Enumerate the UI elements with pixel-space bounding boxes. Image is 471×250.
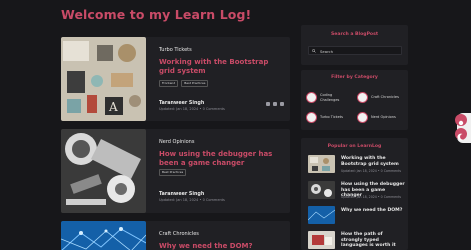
popular-item[interactable]: How using the debugger has been a game c…	[308, 181, 405, 201]
category-label: Craft Chronicles	[371, 95, 399, 100]
post-card[interactable]: Craft Chronicles Why we need the DOM?	[61, 221, 290, 250]
category-panel: Filter by Category Coding Challenges Cra…	[301, 70, 408, 130]
svg-text:A: A	[108, 100, 118, 114]
tag-list: Frontend Best Practices	[159, 80, 209, 87]
category-item-coding-challenges[interactable]: Coding Challenges	[306, 92, 339, 103]
search-input[interactable]: Search	[308, 46, 402, 55]
post-thumbnail[interactable]	[61, 221, 146, 250]
popular-title[interactable]: Why we need the DOM?	[341, 208, 405, 214]
popular-item[interactable]: Why we need the DOM?	[308, 206, 404, 224]
post-category[interactable]: Nerd Opinions	[159, 139, 194, 145]
popular-title[interactable]: How the path of strongly typed languages…	[341, 232, 405, 249]
popular-panel: Popular on LearnLog Working with the Boo…	[301, 138, 408, 250]
popular-title[interactable]: Working with the Bootstrap grid system	[341, 156, 405, 167]
category-label: Coding Challenges	[320, 93, 340, 102]
category-item-craft-chronicles[interactable]: Craft Chronicles	[357, 92, 399, 103]
post-meta: Updated: Jan 18, 2024 • 0 Comments	[159, 107, 225, 111]
popular-item[interactable]: How the path of strongly typed languages…	[308, 231, 404, 249]
post-thumbnail[interactable]	[61, 129, 146, 213]
tag[interactable]: Best Practices	[181, 80, 209, 87]
popular-thumbnail[interactable]	[308, 155, 335, 173]
moon-icon	[457, 133, 464, 141]
mail-icon[interactable]	[273, 102, 277, 106]
search-panel-title: Search a BlogPost	[330, 32, 379, 37]
search-placeholder: Search	[320, 49, 334, 54]
tag-list: Best Practices	[159, 169, 187, 176]
user-icon[interactable]	[266, 102, 270, 106]
category-icon	[357, 92, 368, 103]
post-card[interactable]: Nerd Opinions How using the debugger has…	[61, 129, 290, 213]
tag[interactable]: Best Practices	[159, 169, 187, 176]
popular-meta: Updated: Jan 18, 2024 • 0 Comments	[341, 195, 402, 199]
share-icons	[266, 102, 284, 106]
post-title[interactable]: How using the debugger has been a game c…	[159, 150, 285, 168]
category-item-nerd-opinions[interactable]: Nerd Opinions	[357, 112, 396, 123]
post-author: Taranweer Singh	[159, 192, 205, 197]
post-card[interactable]: A Turbo Tickets Working with the Bootstr…	[61, 37, 290, 121]
link-icon[interactable]	[280, 102, 284, 106]
category-item-turbo-tickets[interactable]: Turbo Tickets	[306, 112, 343, 123]
popular-thumbnail[interactable]	[308, 231, 335, 249]
category-icon	[306, 92, 317, 103]
post-category[interactable]: Turbo Tickets	[159, 47, 192, 53]
popular-thumbnail[interactable]	[308, 181, 335, 199]
search-icon	[312, 49, 316, 53]
category-label: Turbo Tickets	[320, 115, 343, 120]
category-label: Nerd Opinions	[371, 115, 396, 120]
post-title[interactable]: Why we need the DOM?	[159, 242, 285, 250]
popular-thumbnail[interactable]	[308, 206, 335, 224]
category-icon	[357, 112, 368, 123]
popular-panel-title: Popular on LearnLog	[327, 144, 382, 149]
popular-item[interactable]: Working with the Bootstrap grid system U…	[308, 155, 404, 175]
popular-meta: Updated: Jan 18, 2024 • 0 Comments	[341, 169, 402, 173]
post-title[interactable]: Working with the Bootstrap grid system	[159, 58, 285, 76]
post-meta: Updated: Jan 18, 2024 • 0 Comments	[159, 198, 225, 202]
search-panel: Search a BlogPost Search	[301, 25, 408, 65]
tag[interactable]: Frontend	[159, 80, 179, 87]
page-title: Welcome to my Learn Log!	[61, 7, 252, 22]
post-author: Taranweer Singh	[159, 101, 205, 106]
category-panel-title: Filter by Category	[331, 75, 378, 80]
category-icon	[306, 112, 317, 123]
dark-mode-button[interactable]	[455, 128, 467, 141]
light-mode-button[interactable]	[455, 114, 467, 126]
post-category[interactable]: Craft Chronicles	[159, 231, 199, 237]
post-thumbnail[interactable]: A	[61, 37, 146, 121]
